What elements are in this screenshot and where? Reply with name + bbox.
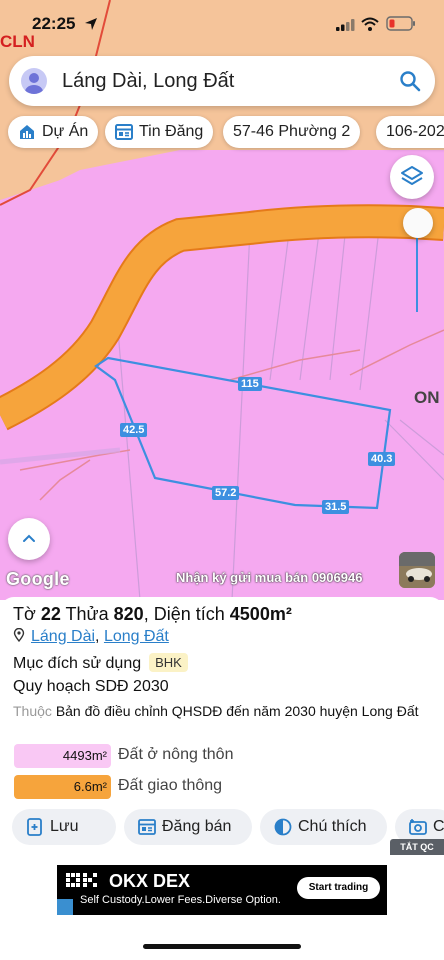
action-bar: Lưu Đăng bán Chú thích C [0,809,444,845]
dimension-label: 57.2 [212,486,240,500]
google-logo: Google [6,569,70,589]
street-view-thumbnail[interactable] [399,552,435,588]
half-circle-icon [274,818,292,836]
plot-label: Thửa [65,604,109,624]
sheet-number: 22 [40,604,61,624]
legend-button[interactable]: Chú thích [260,809,387,845]
legend-label: Đất ở nông thôn [118,746,234,763]
cellular-signal-icon [336,19,355,31]
contact-banner[interactable]: Nhận ký gửi mua bán 0906946 [176,570,362,585]
chip-label: 106-202 [386,123,444,140]
battery-low-icon [386,16,415,31]
commune-link[interactable]: Láng Dài [31,628,95,645]
dimension-label: 42.5 [120,423,148,437]
parcel-summary: Tờ 22 Thửa 820, Diện tích 4500m² [13,604,292,625]
dimension-label: 40.3 [368,452,396,466]
layers-icon [401,166,423,185]
belongs-text: Bản đồ điều chỉnh QHSDĐ đến năm 2030 huy… [55,703,419,719]
add-note-icon [27,818,42,836]
area-value: 4500m² [229,604,292,624]
chip-du-an[interactable]: Dự Án [8,116,99,148]
district-link[interactable]: Long Đất [104,628,169,645]
dimension-label: 115 [238,377,262,391]
chip-label: 57-46 Phường 2 [233,123,351,140]
search-bar[interactable]: Láng Dài, Long Đất [9,56,435,106]
layers-button[interactable] [390,155,434,199]
chip-parcel-106[interactable]: 106-202 [376,116,444,148]
purpose-label: Mục đích sử dụng [13,655,142,672]
location-line: Láng Dài, Long Đất [13,628,169,646]
ad-cta-button[interactable]: Start trading [297,877,380,899]
belongs-label: Thuộc [13,703,52,719]
home-chart-icon [20,124,34,139]
camera-icon [409,819,427,835]
status-bar: 22:25 CLN [0,0,444,51]
map-pin-icon [13,628,25,642]
home-indicator[interactable] [143,944,301,949]
comma: , [95,628,104,645]
listing-icon [115,123,133,140]
land-use-purpose: Mục đích sử dụng BHK [13,653,188,673]
chip-label: Dự Án [42,123,89,140]
legend-label: Đất giao thông [118,777,223,794]
map-corner-label: CLN [0,32,35,51]
area-label: Diện tích [153,604,225,624]
save-button[interactable]: Lưu [12,809,116,845]
ad-tagline: Self Custody.Lower Fees.Diverse Option. [80,894,281,906]
clock: 22:25 [32,14,76,33]
plan-title: Quy hoạch SDĐ 2030 [13,678,169,695]
chevron-up-icon [23,534,35,542]
okx-logo-icon [66,873,97,887]
map-slider-handle[interactable] [403,208,433,238]
ad-banner[interactable]: OKX DEX Self Custody.Lower Fees.Diverse … [57,865,387,915]
ad-title: OKX DEX [109,871,191,891]
parcel-info-panel: Tờ 22 Thửa 820, Diện tích 4500m² Láng Dà… [0,597,444,855]
legend-swatch: 4493m² [14,744,111,768]
expand-panel-button[interactable] [8,518,50,560]
map-edge-text: ON [414,388,440,407]
chip-tin-dang[interactable]: Tin Đăng [105,116,214,148]
car-photo-icon [399,552,435,588]
plan-source: Thuộc Bản đồ điều chỉnh QHSDĐ đến năm 20… [13,701,433,722]
hide-ads-button[interactable]: TẮT QC [390,839,444,855]
comma: , [143,604,149,624]
filter-chips: Dự Án Tin Đăng 57-46 Phường 2 106-202 [0,116,444,148]
action-label: C [433,818,444,835]
wifi-icon [361,17,379,31]
chip-parcel-57-46[interactable]: 57-46 Phường 2 [223,116,361,148]
action-label: Đăng bán [162,818,232,835]
purpose-badge: BHK [149,653,188,672]
chip-label: Tin Đăng [139,123,204,140]
avatar[interactable] [21,68,47,94]
action-label: Chú thích [298,818,367,835]
ad-info-icon[interactable] [57,899,73,915]
search-icon[interactable] [399,70,421,92]
location-arrow-icon [85,18,97,30]
legend-swatch: 6.6m² [14,775,111,799]
dimension-label: 31.5 [322,500,350,514]
sheet-label: Tờ [13,604,36,624]
plot-number: 820 [113,604,144,624]
action-label: Lưu [50,818,79,835]
post-listing-button[interactable]: Đăng bán [124,809,252,845]
listing-icon [138,819,156,835]
search-input[interactable]: Láng Dài, Long Đất [62,70,234,93]
